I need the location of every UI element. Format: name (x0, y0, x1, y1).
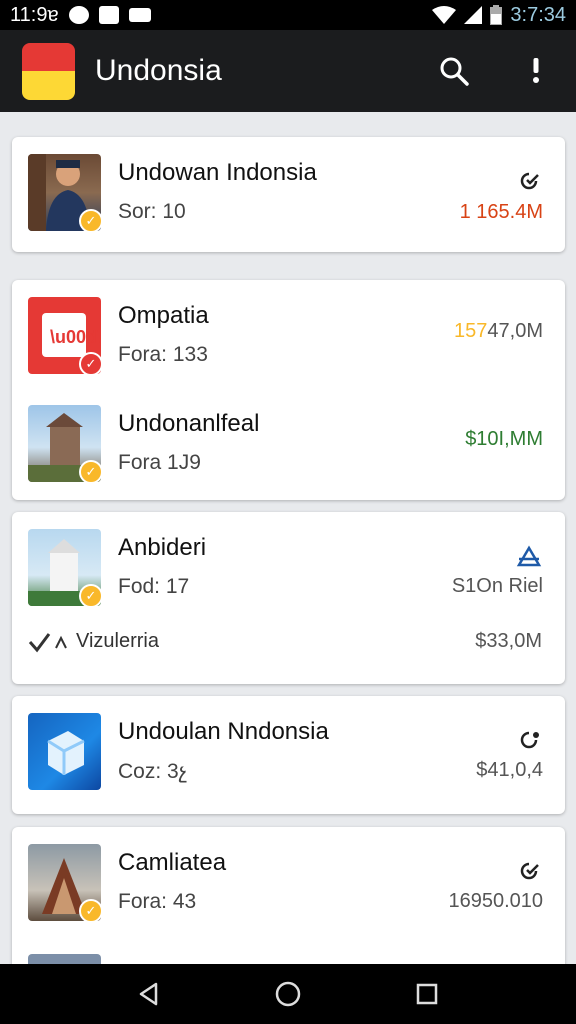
status-time-right: 3:7:34 (510, 3, 566, 26)
verified-badge-icon: ✓ (79, 584, 101, 606)
item-value: 1 165.4M (459, 201, 543, 223)
verified-badge-icon: ✓ (79, 209, 101, 231)
signal-icon (464, 6, 483, 24)
notification-icon (68, 6, 89, 24)
detail-value: $33,0M (475, 630, 542, 652)
wifi-icon (432, 6, 457, 24)
verified-badge-icon: ✓ (79, 352, 101, 374)
item-detail-row[interactable]: Vizulerria $33,0M (28, 628, 548, 658)
home-icon[interactable] (263, 969, 313, 1019)
back-icon[interactable] (124, 969, 174, 1019)
item-value-highlight: 157 (454, 320, 488, 342)
list-card: Undoulan Nndonsia Coz: 3չ $41,0,4 (12, 696, 565, 814)
item-title: Undoulan Nndonsia (118, 718, 329, 745)
recents-icon[interactable] (402, 969, 452, 1019)
item-thumbnail: ✓ (28, 844, 101, 921)
navigation-bar (0, 964, 576, 1024)
list-item[interactable] (12, 937, 565, 964)
item-subtitle: Fod: 17 (118, 575, 190, 598)
list-card: \u00d7s ✓ Ompatia Fora: 133 15747,0M ✓ U… (12, 280, 565, 500)
item-thumbnail: ✓ (28, 154, 101, 231)
item-subtitle: Coz: 3չ (118, 760, 188, 783)
status-time-left: 11:9ɐ (10, 3, 59, 26)
app-title: Undonsia (95, 54, 222, 87)
check-icon (28, 633, 67, 653)
refresh-icon[interactable] (515, 857, 543, 885)
item-subtitle: Fora 1J9 (118, 451, 201, 474)
app-logo (22, 42, 75, 100)
more-options-icon[interactable] (518, 53, 554, 89)
item-value: 15747,0M (454, 320, 543, 343)
content-list: ✓ Undowan Indonsia Sor: 10 1 165.4M \u00… (0, 112, 576, 964)
list-item[interactable]: Undoulan Nndonsia Coz: 3չ $41,0,4 (12, 696, 565, 796)
list-card: ✓ Camliatea Fora: 43 16950.010 (12, 827, 565, 964)
item-value-rest: 47,0M (487, 320, 543, 342)
list-card: ✓ Anbideri Fod: 17 S1On Riel Vizulerria … (12, 512, 565, 684)
item-value: 16950.010 (448, 890, 543, 912)
notification-icon-3 (128, 8, 151, 22)
svg-text:\u00d7s: \u00d7s (50, 327, 101, 347)
list-card: ✓ Undowan Indonsia Sor: 10 1 165.4M (12, 137, 565, 252)
item-subtitle: Sor: 10 (118, 200, 186, 223)
item-thumbnail (28, 954, 101, 964)
item-value: $10І,MM (465, 428, 543, 450)
list-item[interactable]: ✓ Camliatea Fora: 43 16950.010 (12, 827, 565, 927)
list-item[interactable]: ✓ Undonanlfeal Fora 1J9 $10І,MM (12, 388, 565, 488)
item-subtitle: Fora: 133 (118, 343, 208, 366)
refresh-icon[interactable] (515, 167, 543, 195)
app-bar: Undonsia (0, 30, 576, 112)
item-thumbnail (28, 713, 101, 790)
item-title: Undonanlfeal (118, 410, 260, 437)
item-thumbnail: ✓ (28, 405, 101, 482)
notification-icon-2 (98, 6, 119, 24)
share-icon[interactable] (515, 542, 543, 570)
item-title: Anbideri (118, 534, 207, 561)
item-subtitle: Fora: 43 (118, 890, 197, 913)
item-value: S1On Riel (451, 575, 543, 597)
item-title: Ompatia (118, 302, 209, 329)
sync-icon[interactable] (515, 726, 543, 754)
status-bar: 11:9ɐ 3:7:34 (0, 0, 576, 30)
item-thumbnail: ✓ (28, 529, 101, 606)
item-title: Camliatea (118, 849, 227, 876)
item-value: $41,0,4 (476, 759, 543, 781)
item-title: Undowan Indonsia (118, 159, 317, 186)
search-icon[interactable] (436, 53, 472, 89)
detail-label: Vizulerria (76, 630, 159, 652)
list-item[interactable]: ✓ Undowan Indonsia Sor: 10 1 165.4M (12, 137, 565, 237)
list-item[interactable]: \u00d7s ✓ Ompatia Fora: 133 15747,0M (12, 280, 565, 380)
list-item[interactable]: ✓ Anbideri Fod: 17 S1On Riel (12, 512, 565, 612)
verified-badge-icon: ✓ (79, 460, 101, 482)
item-thumbnail: \u00d7s ✓ (28, 297, 101, 374)
battery-icon (490, 5, 503, 25)
verified-badge-icon: ✓ (79, 899, 101, 921)
